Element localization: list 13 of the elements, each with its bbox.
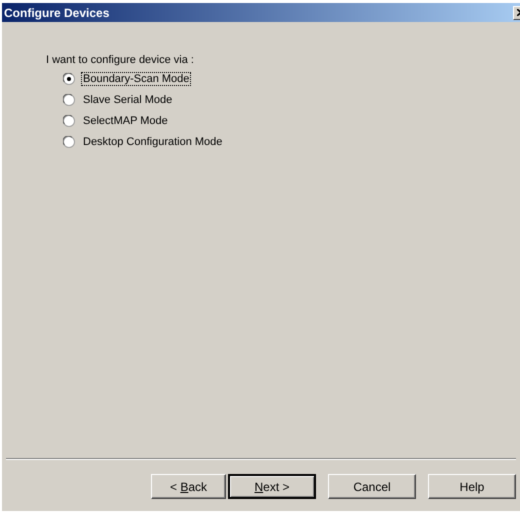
- wizard-button[interactable]: Cancel: [328, 474, 416, 499]
- prompt-text: I want to configure device via :: [46, 54, 195, 66]
- wizard-button[interactable]: Help: [428, 474, 516, 499]
- radio-option[interactable]: Slave Serial Mode: [63, 93, 174, 107]
- radio-icon: [63, 136, 75, 148]
- radio-icon: [63, 94, 75, 106]
- radio-option[interactable]: SelectMAP Mode: [63, 114, 170, 128]
- wizard-button[interactable]: Next >: [228, 474, 316, 499]
- wizard-button[interactable]: < Back: [151, 474, 226, 499]
- radio-checked-icon: [63, 73, 75, 85]
- window-title: Configure Devices: [4, 6, 110, 20]
- radio-icon: [63, 115, 75, 127]
- radio-option[interactable]: Desktop Configuration Mode: [63, 135, 224, 149]
